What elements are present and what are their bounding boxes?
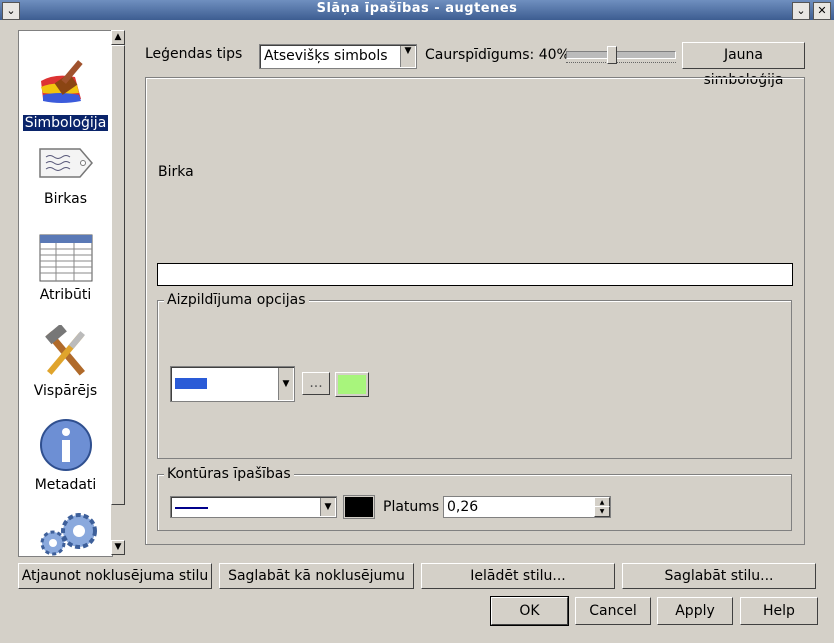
sidebar-item-partial[interactable] bbox=[19, 509, 112, 556]
new-symbology-button[interactable]: Jauna simboloģija bbox=[682, 42, 805, 88]
sidebar-item-label: Birkas bbox=[44, 191, 87, 207]
sidebar-item-label: Simboloģija bbox=[22, 115, 109, 131]
restore-default-style-button[interactable]: Atjaunot noklusējuma stilu bbox=[18, 563, 212, 589]
sidebar-item-metadata[interactable]: Metadati bbox=[19, 417, 112, 493]
fill-color-button[interactable] bbox=[335, 372, 369, 397]
legend-type-value: Atsevišķs simbols bbox=[264, 48, 388, 64]
scroll-down-icon[interactable]: ▼ bbox=[111, 540, 125, 555]
outline-color-button[interactable] bbox=[343, 495, 375, 519]
label-tag-icon bbox=[38, 148, 93, 178]
sidebar-item-general[interactable]: Vispārējs bbox=[19, 323, 112, 399]
chevron-down-icon[interactable]: ▼ bbox=[320, 498, 335, 516]
outline-color-swatch bbox=[345, 497, 373, 517]
width-spinbox[interactable]: 0,26 ▲ ▼ bbox=[443, 496, 611, 518]
sidebar-item-label: Atribūti bbox=[39, 287, 92, 303]
sidebar-item-label: Vispārējs bbox=[33, 383, 98, 399]
gears-icon bbox=[40, 513, 97, 556]
fill-color-swatch bbox=[338, 375, 366, 394]
cancel-button[interactable]: Cancel bbox=[575, 597, 651, 625]
spin-down-icon[interactable]: ▼ bbox=[594, 506, 610, 517]
width-label: Platums bbox=[383, 499, 440, 515]
paintbrush-icon bbox=[40, 60, 83, 103]
window-menu-icon[interactable]: ⌄ bbox=[2, 2, 20, 20]
fill-style-select[interactable]: ▼ bbox=[170, 366, 295, 402]
scroll-up-icon[interactable]: ▲ bbox=[111, 30, 125, 45]
transparency-label: Caurspīdīgums: 40% bbox=[425, 47, 570, 63]
minimize-icon[interactable]: ⌄ bbox=[792, 2, 810, 20]
outline-title: Kontūras īpašības bbox=[164, 466, 294, 482]
chevron-down-icon[interactable]: ▼ bbox=[278, 368, 293, 400]
title-bar: Slāņa īpašības - augtenes ⌄ ⌄ ✕ bbox=[0, 0, 834, 20]
label-input[interactable] bbox=[157, 263, 793, 286]
window-title: Slāņa īpašības - augtenes bbox=[316, 1, 518, 16]
info-icon bbox=[39, 419, 92, 471]
sidebar-scrollbar[interactable]: ▲ ▼ bbox=[111, 30, 125, 555]
fill-options-title: Aizpildījuma opcijas bbox=[164, 292, 309, 308]
fill-style-swatch bbox=[175, 378, 207, 389]
table-icon bbox=[39, 234, 92, 282]
legend-type-label: Leģendas tips bbox=[145, 46, 243, 62]
save-style-button[interactable]: Saglabāt stilu... bbox=[622, 563, 816, 589]
tools-icon bbox=[44, 323, 85, 376]
chevron-down-icon[interactable]: ▼ bbox=[400, 46, 415, 67]
ok-button[interactable]: OK bbox=[490, 596, 569, 626]
close-icon[interactable]: ✕ bbox=[813, 2, 831, 20]
apply-button[interactable]: Apply bbox=[657, 597, 733, 625]
legend-type-select[interactable]: Atsevišķs simbols ▼ bbox=[259, 44, 417, 69]
load-style-button[interactable]: Ielādēt stilu... bbox=[421, 563, 615, 589]
sidebar-item-labels[interactable]: Birkas bbox=[19, 143, 112, 207]
sidebar-item-attributes[interactable]: Atribūti bbox=[19, 233, 112, 303]
save-as-default-button[interactable]: Saglabāt kā noklusējumu bbox=[219, 563, 414, 589]
sidebar: Simboloģija Birkas Atribūti Vispārējs Me… bbox=[18, 30, 113, 557]
sidebar-item-symbology[interactable]: Simboloģija bbox=[19, 51, 112, 131]
outline-line-sample bbox=[175, 507, 208, 509]
help-button[interactable]: Help bbox=[740, 597, 818, 625]
label-caption: Birka bbox=[158, 164, 194, 180]
more-button[interactable]: ... bbox=[302, 372, 330, 395]
sidebar-item-label: Metadati bbox=[34, 477, 97, 493]
transparency-slider[interactable] bbox=[566, 46, 676, 66]
outline-style-select[interactable]: ▼ bbox=[170, 496, 337, 518]
width-value: 0,26 bbox=[447, 499, 479, 515]
slider-thumb[interactable] bbox=[607, 46, 617, 64]
scrollbar-thumb[interactable] bbox=[111, 45, 125, 505]
